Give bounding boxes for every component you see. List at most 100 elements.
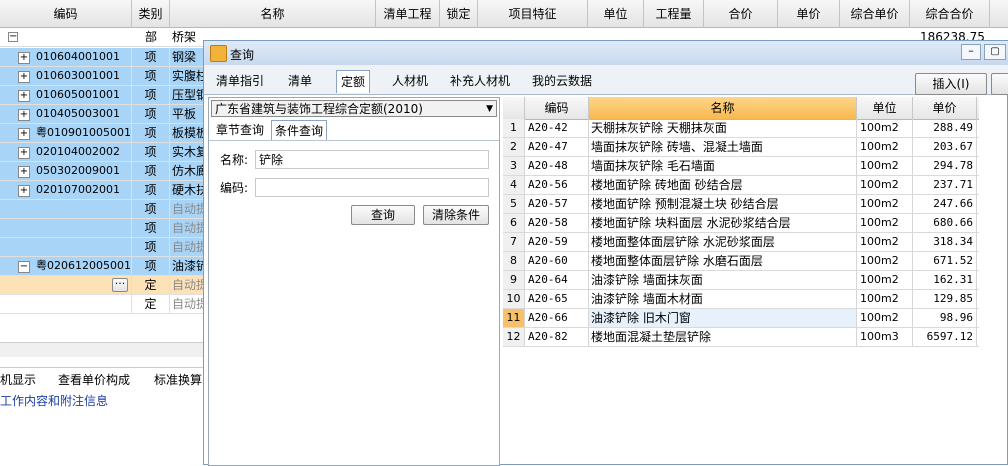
result-row[interactable]: 11 A20-66 油漆铲除 旧木门窗 100m2 98.96 — [503, 309, 979, 328]
row-index: 12 — [503, 328, 525, 346]
col-total-price[interactable]: 合价 — [704, 0, 778, 28]
col-price[interactable]: 单价 — [913, 97, 977, 119]
row-unit: 100m2 — [857, 214, 913, 232]
grid-row[interactable]: 项自动提 — [0, 200, 212, 219]
col-type[interactable]: 类别 — [132, 0, 170, 28]
tab-quota[interactable]: 定额 — [336, 70, 371, 93]
minimize-icon[interactable]: – — [961, 44, 981, 60]
result-row[interactable]: 8 A20-60 楼地面整体面层铲除 水磨石面层 100m2 671.52 — [503, 252, 979, 271]
grid-row[interactable]: + 粤010901005001 项板模板 — [0, 124, 212, 143]
grid-row[interactable]: +050302009001 项仿木廊 — [0, 162, 212, 181]
tab-standard-conversion[interactable]: 标准换算 — [154, 371, 202, 388]
col-features[interactable]: 项目特征 — [478, 0, 588, 28]
grid-row[interactable]: +020104002002 项实木复 — [0, 143, 212, 162]
more-button[interactable]: ··· — [112, 278, 128, 292]
row-name: 墙面抹灰铲除 砖墙、混凝土墙面 — [589, 138, 857, 156]
row-code: A20-64 — [525, 271, 589, 289]
dialog-titlebar[interactable]: 查询 – ▢ — [204, 41, 1008, 65]
grid-row[interactable]: +010603001001 项实腹柱 — [0, 67, 212, 86]
maximize-icon[interactable]: ▢ — [984, 44, 1006, 60]
collapse-icon[interactable]: − — [18, 261, 30, 273]
expand-icon[interactable]: + — [18, 147, 30, 159]
row-code: A20-42 — [525, 119, 589, 137]
result-row[interactable]: 10 A20-65 油漆铲除 墙面木材面 100m2 129.85 — [503, 290, 979, 309]
col-name[interactable]: 名称 — [170, 0, 376, 28]
result-row[interactable]: 12 A20-82 楼地面混凝土垫层铲除 100m3 6597.12 — [503, 328, 979, 347]
result-row[interactable]: 3 A20-48 墙面抹灰铲除 毛石墙面 100m2 294.78 — [503, 157, 979, 176]
grid-row[interactable]: +020107002001 项硬木扶 — [0, 181, 212, 200]
quota-library-select[interactable]: 广东省建筑与装饰工程综合定额(2010) ▼ — [211, 100, 497, 117]
tab-cloud-data[interactable]: 我的云数据 — [528, 70, 596, 92]
col-unit[interactable]: 单位 — [588, 0, 644, 28]
row-unit: 100m2 — [857, 309, 913, 327]
tab-labor-material-machine[interactable]: 人材机 — [388, 70, 432, 92]
result-row[interactable]: 9 A20-64 油漆铲除 墙面抹灰面 100m2 162.31 — [503, 271, 979, 290]
tab-unit-price-composition[interactable]: 查看单价构成 — [58, 371, 130, 388]
name-input[interactable]: 铲除 — [255, 150, 489, 169]
row-type: 项 — [132, 105, 170, 123]
row-price: 318.34 — [913, 233, 977, 251]
tab-chapter-query[interactable]: 章节查询 — [213, 120, 267, 140]
expand-icon[interactable]: + — [18, 166, 30, 178]
result-row[interactable]: 7 A20-59 楼地面整体面层铲除 水泥砂浆面层 100m2 318.34 — [503, 233, 979, 252]
dialog-title: 查询 — [230, 48, 255, 62]
code-input[interactable] — [255, 178, 489, 197]
row-index: 8 — [503, 252, 525, 270]
col-name[interactable]: 名称 — [589, 97, 857, 119]
horizontal-scrollbar[interactable] — [0, 342, 205, 357]
result-row[interactable]: 5 A20-57 楼地面铲除 预制混凝土块 砂结合层 100m2 247.66 — [503, 195, 979, 214]
tab-bill[interactable]: 清单 — [284, 70, 316, 92]
tab-machine-display[interactable]: 机显示 — [0, 371, 36, 388]
row-type: 项 — [132, 124, 170, 142]
work-content-link[interactable]: 工作内容和附注信息 — [0, 392, 108, 409]
grid-row-selected[interactable]: ··· 定自动提 — [0, 276, 212, 295]
insert-button[interactable]: 插入(I) — [915, 73, 987, 95]
result-row[interactable]: 6 A20-58 楼地面铲除 块料面层 水泥砂浆结合层 100m2 680.66 — [503, 214, 979, 233]
grid-row[interactable]: 项自动提 — [0, 238, 212, 257]
row-type: 项 — [132, 48, 170, 66]
expand-icon[interactable]: + — [18, 90, 30, 102]
expand-icon[interactable]: + — [18, 128, 30, 140]
row-type: 项 — [132, 181, 170, 199]
dropdown-arrow-icon[interactable]: ▼ — [486, 101, 493, 117]
col-composite-unit-price[interactable]: 综合单价 — [840, 0, 910, 28]
clear-conditions-button[interactable]: 清除条件 — [423, 205, 489, 225]
col-code[interactable]: 编码 — [0, 0, 132, 28]
row-unit: 100m2 — [857, 195, 913, 213]
expand-icon[interactable]: + — [18, 71, 30, 83]
result-row[interactable]: 2 A20-47 墙面抹灰铲除 砖墙、混凝土墙面 100m2 203.67 — [503, 138, 979, 157]
row-price: 98.96 — [913, 309, 977, 327]
query-button[interactable]: 查询 — [351, 205, 415, 225]
grid-row[interactable]: 项自动提 — [0, 219, 212, 238]
tab-supplement-lmm[interactable]: 补充人材机 — [446, 70, 514, 92]
collapse-icon[interactable]: − — [8, 32, 18, 42]
col-quantity[interactable]: 工程量 — [644, 0, 704, 28]
row-code: A20-82 — [525, 328, 589, 346]
row-index: 5 — [503, 195, 525, 213]
col-composite-total[interactable]: 综合合价 — [910, 0, 990, 28]
expand-icon[interactable]: + — [18, 185, 30, 197]
col-list-project[interactable]: 清单工程 — [376, 0, 440, 28]
grid-row[interactable]: +010605001001 项压型钢 — [0, 86, 212, 105]
col-unit-price[interactable]: 单价 — [778, 0, 840, 28]
row-index: 10 — [503, 290, 525, 308]
result-row[interactable]: 1 A20-42 天棚抹灰铲除 天棚抹灰面 100m2 288.49 — [503, 119, 979, 138]
row-unit: 100m3 — [857, 328, 913, 346]
tab-bill-guide[interactable]: 清单指引 — [212, 70, 268, 92]
tab-condition-query[interactable]: 条件查询 — [271, 120, 328, 141]
grid-row[interactable]: 定自动提 — [0, 295, 212, 314]
grid-row[interactable]: +010405003001 项平板 — [0, 105, 212, 124]
row-code: 粤020612005001 — [36, 259, 131, 272]
row-code: 010603001001 — [36, 69, 120, 82]
grid-row[interactable]: +010604001001 项钢梁 — [0, 48, 212, 67]
col-unit[interactable]: 单位 — [857, 97, 913, 119]
expand-icon[interactable]: + — [18, 52, 30, 64]
col-lock[interactable]: 锁定 — [440, 0, 478, 28]
row-price: 247.66 — [913, 195, 977, 213]
second-button[interactable] — [991, 73, 1008, 95]
grid-row[interactable]: − 粤020612005001 项油漆铲 — [0, 257, 212, 276]
result-row[interactable]: 4 A20-56 楼地面铲除 砖地面 砂结合层 100m2 237.71 — [503, 176, 979, 195]
col-code[interactable]: 编码 — [525, 97, 589, 119]
row-index: 4 — [503, 176, 525, 194]
expand-icon[interactable]: + — [18, 109, 30, 121]
